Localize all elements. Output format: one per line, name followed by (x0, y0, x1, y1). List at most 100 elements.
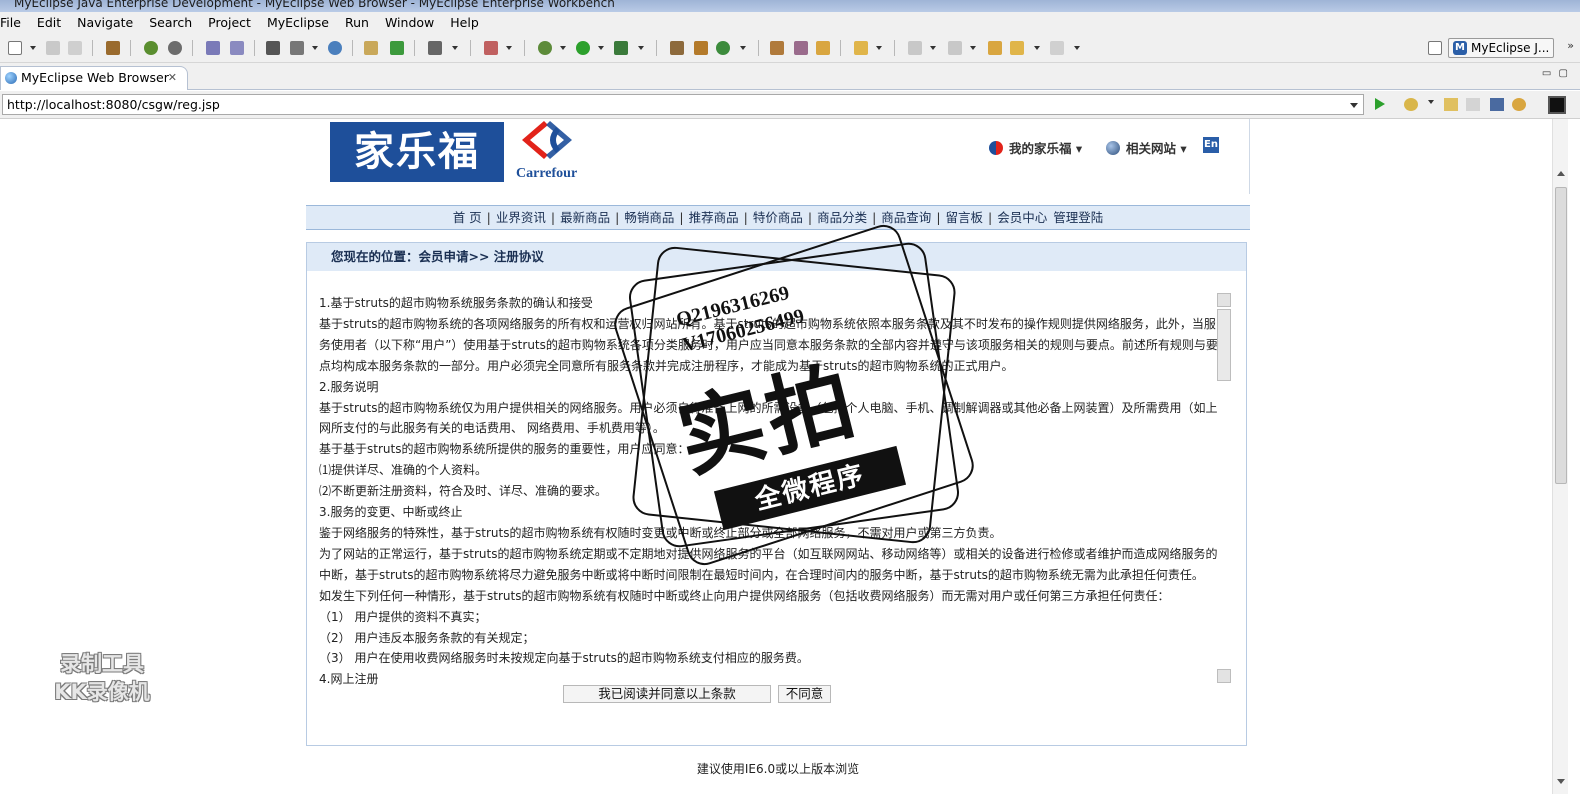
run-icon[interactable] (576, 41, 590, 55)
scroll-up-arrow-icon[interactable] (1557, 171, 1565, 176)
browser-vertical-scrollbar[interactable] (1552, 119, 1568, 794)
folder-icon[interactable] (854, 41, 868, 55)
new-class-icon[interactable] (484, 41, 498, 55)
menu-search[interactable]: Search (141, 12, 200, 33)
menubar: File Edit Navigate Search Project MyEcli… (0, 12, 1580, 33)
open-perspective-icon[interactable] (1428, 41, 1442, 55)
toolbar-separator (254, 40, 255, 56)
open-folder-icon[interactable] (816, 41, 830, 55)
menu-navigate[interactable]: Navigate (69, 12, 141, 33)
debug-icon[interactable] (538, 41, 552, 55)
menu-help[interactable]: Help (442, 12, 487, 33)
forward-arrow-icon[interactable] (1466, 98, 1480, 111)
nav-member-center[interactable]: 会员中心 (997, 210, 1047, 225)
external-tools-icon[interactable] (614, 41, 628, 55)
toolbar-separator (470, 40, 471, 56)
screen-icon[interactable] (428, 41, 442, 55)
go-icon[interactable] (1375, 98, 1385, 110)
refresh-dropdown-icon[interactable] (740, 46, 746, 50)
stop-icon[interactable] (1490, 98, 1504, 111)
run-dropdown-icon[interactable] (598, 46, 604, 50)
url-history-dropdown-icon[interactable] (1350, 103, 1358, 108)
folder-dropdown-icon[interactable] (876, 46, 882, 50)
prev-annotation-dropdown-icon[interactable] (970, 46, 976, 50)
nav-specials[interactable]: 特价商品 (753, 210, 803, 225)
related-sites-link[interactable]: 相关网站 ▾ (1106, 138, 1187, 157)
globe-icon[interactable] (328, 41, 342, 55)
new-icon[interactable] (8, 41, 22, 55)
bug-icon[interactable] (144, 41, 158, 55)
agreement-line: 基于基于struts的超市购物系统所提供的服务的重要性，用户应同意： (319, 442, 690, 457)
scroll-down-arrow-icon[interactable] (1557, 779, 1565, 784)
english-language-link[interactable]: En (1203, 137, 1219, 153)
run-server-dropdown-icon[interactable] (312, 46, 318, 50)
forward-dropdown-icon[interactable] (1074, 46, 1080, 50)
refresh-icon[interactable] (716, 41, 730, 55)
agree-button[interactable]: 我已阅读并同意以上条款 (563, 685, 771, 703)
server-icon[interactable] (168, 41, 182, 55)
toolbar-overflow[interactable]: » (1567, 39, 1574, 52)
tab-label: MyEclipse Web Browser (21, 70, 169, 85)
close-icon[interactable]: ✕ (168, 67, 177, 89)
open-type-icon[interactable] (364, 41, 378, 55)
nav-categories[interactable]: 商品分类 (817, 210, 867, 225)
new-dropdown-icon[interactable] (30, 46, 36, 50)
scroll-thumb[interactable] (1217, 309, 1231, 381)
favorites-dropdown-icon[interactable] (1428, 100, 1434, 104)
agreement-text[interactable]: 1.基于struts的超市购物系统服务条款的确认和接受 基于struts的超市购… (319, 293, 1227, 690)
menu-window[interactable]: Window (377, 12, 442, 33)
deploy-rocket-icon[interactable] (794, 41, 808, 55)
run-server-icon[interactable] (290, 41, 304, 55)
agreement-scrollbar[interactable] (1217, 293, 1233, 683)
back-arrow-icon[interactable] (1444, 98, 1458, 111)
nav-home[interactable]: 首 页 (453, 210, 482, 225)
toolbar-separator (894, 40, 895, 56)
menu-myeclipse[interactable]: MyEclipse (259, 12, 337, 33)
favorites-icon[interactable] (1404, 98, 1418, 111)
open-file-icon[interactable] (390, 41, 404, 55)
disagree-button[interactable]: 不同意 (778, 685, 831, 703)
nav-best-sellers[interactable]: 畅销商品 (624, 210, 674, 225)
back-icon[interactable] (1010, 41, 1024, 55)
external-tools-dropdown-icon[interactable] (638, 46, 644, 50)
wizard-icon[interactable] (206, 41, 220, 55)
last-edit-icon[interactable] (988, 41, 1002, 55)
deploy-icon[interactable] (266, 41, 280, 55)
nav-admin-login[interactable]: 管理登陆 (1053, 210, 1103, 225)
nav-new-products[interactable]: 最新商品 (560, 210, 610, 225)
minimize-maximize-icons[interactable]: ▭ ▢ (1542, 68, 1570, 79)
scroll-down-button[interactable] (1217, 669, 1231, 683)
package-icon[interactable] (106, 41, 120, 55)
menu-run[interactable]: Run (337, 12, 377, 33)
nav-recommended[interactable]: 推荐商品 (689, 210, 739, 225)
search-ejb-icon[interactable] (230, 41, 244, 55)
nav-industry-news[interactable]: 业界资讯 (496, 210, 546, 225)
menu-file[interactable]: File (0, 12, 29, 33)
refresh-icon[interactable] (1512, 98, 1526, 111)
save-icon[interactable] (46, 41, 60, 55)
print-icon[interactable] (68, 41, 82, 55)
next-annotation-dropdown-icon[interactable] (930, 46, 936, 50)
nav-product-search[interactable]: 商品查询 (881, 210, 931, 225)
new-class-dropdown-icon[interactable] (506, 46, 512, 50)
new-interface-icon[interactable] (694, 41, 708, 55)
prev-annotation-icon[interactable] (948, 41, 962, 55)
console-icon[interactable] (1548, 96, 1566, 114)
open-project-icon[interactable] (770, 41, 784, 55)
scroll-up-button[interactable] (1217, 293, 1231, 307)
next-annotation-icon[interactable] (908, 41, 922, 55)
back-dropdown-icon[interactable] (1034, 46, 1040, 50)
nav-guestbook[interactable]: 留言板 (946, 210, 984, 225)
scroll-thumb[interactable] (1555, 187, 1567, 484)
debug-dropdown-icon[interactable] (560, 46, 566, 50)
tab-myeclipse-web-browser[interactable]: MyEclipse Web Browser ✕ (0, 66, 188, 90)
menu-project[interactable]: Project (200, 12, 259, 33)
url-input[interactable] (2, 94, 1364, 115)
forward-icon[interactable] (1050, 41, 1064, 55)
screen-dropdown-icon[interactable] (452, 46, 458, 50)
menu-edit[interactable]: Edit (29, 12, 69, 33)
my-carrefour-link[interactable]: 我的家乐福 ▾ (989, 138, 1082, 157)
new-package-icon[interactable] (670, 41, 684, 55)
perspective-switcher[interactable]: M MyEclipse J... (1448, 38, 1554, 58)
carrefour-logo-chinese[interactable]: 家乐福 (330, 122, 504, 182)
